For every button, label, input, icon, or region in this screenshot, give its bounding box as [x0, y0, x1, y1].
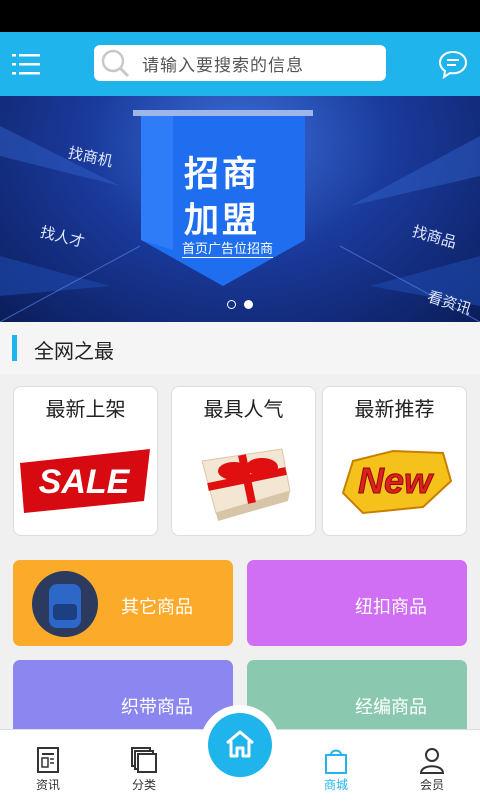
nav-item-member[interactable]: 会员: [384, 730, 480, 801]
promo-banner[interactable]: 找商机 找人才 找商品 看资讯 招商 加盟 首页广告位招商: [0, 96, 480, 322]
message-icon[interactable]: [438, 49, 468, 79]
card-newest[interactable]: 最新上架 SALE: [13, 386, 158, 536]
tile-other-goods[interactable]: 其它商品: [13, 560, 233, 646]
svg-text:SALE: SALE: [39, 463, 131, 501]
tile-label: 织带商品: [121, 697, 193, 718]
banner-title: 加盟: [184, 201, 261, 241]
backpack-image: [32, 571, 98, 637]
banner-subtitle: 首页广告位招商: [182, 238, 274, 258]
section-header: 全网之最: [0, 322, 480, 374]
nav-item-category[interactable]: 分类: [96, 730, 192, 801]
menu-icon[interactable]: [12, 50, 40, 78]
tile-label: 纽扣商品: [355, 597, 427, 618]
search-icon: [101, 49, 130, 78]
home-button-wrap: [200, 705, 280, 785]
nav-label: 分类: [131, 778, 156, 792]
banner-title: 招商: [184, 155, 261, 195]
card-title: 最具人气: [203, 397, 284, 421]
card-title: 最新上架: [45, 397, 126, 421]
shopping-bag-icon: [325, 749, 347, 774]
search-placeholder: 请输入要搜索的信息: [142, 56, 304, 76]
news-icon: [37, 747, 59, 773]
carousel-dot-active[interactable]: [244, 300, 253, 309]
tile-label: 经编商品: [355, 697, 427, 718]
new-badge-image: New: [341, 449, 453, 515]
carousel-dot[interactable]: [227, 300, 236, 309]
top-header: 请输入要搜索的信息: [0, 32, 480, 96]
nav-label: 商城: [323, 778, 348, 792]
user-icon: [419, 748, 445, 774]
home-icon: [226, 730, 254, 758]
section-title: 全网之最: [34, 339, 114, 363]
nav-label: 会员: [419, 778, 444, 792]
nav-item-news[interactable]: 资讯: [0, 730, 96, 801]
home-button[interactable]: [208, 713, 272, 777]
card-recommended[interactable]: 最新推荐 New: [322, 386, 467, 536]
gift-box-image: [201, 448, 291, 521]
card-popular[interactable]: 最具人气: [171, 386, 316, 536]
tile-label: 其它商品: [121, 597, 193, 618]
card-title: 最新推荐: [354, 397, 435, 421]
search-input[interactable]: 请输入要搜索的信息: [94, 45, 386, 81]
nav-item-mall[interactable]: 商城: [288, 730, 384, 801]
tile-button-goods[interactable]: 纽扣商品: [247, 560, 467, 646]
category-icon: [131, 747, 157, 773]
nav-label: 资讯: [35, 778, 60, 792]
section-accent-bar: [12, 335, 17, 361]
svg-text:New: New: [358, 460, 434, 501]
sale-image: SALE: [20, 449, 150, 513]
status-bar: [0, 0, 480, 32]
